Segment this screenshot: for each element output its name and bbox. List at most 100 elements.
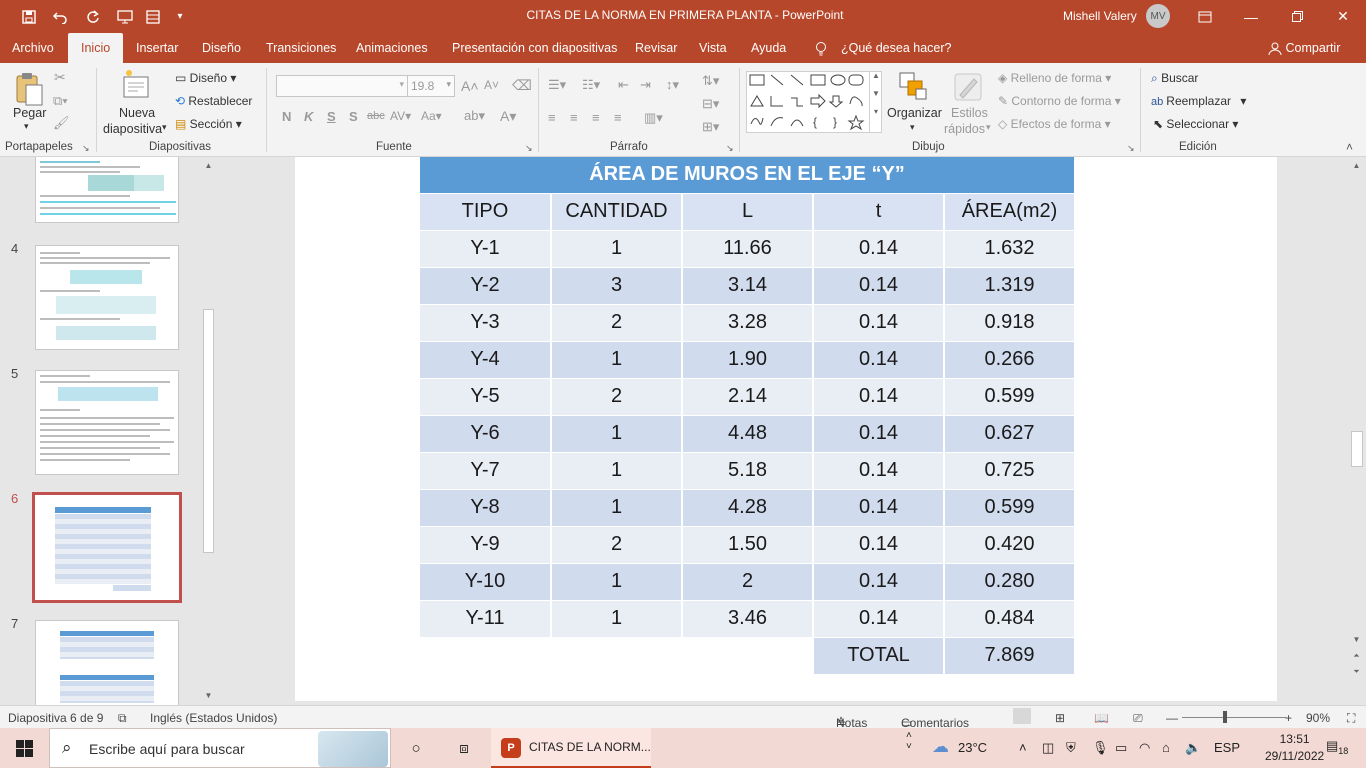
editor-scrollbar[interactable]: ▲ ▼ ⏶ ⏷: [1348, 157, 1366, 705]
arrange-label[interactable]: Organizar: [887, 106, 942, 120]
column-header[interactable]: CANTIDAD: [551, 193, 683, 231]
slide-canvas[interactable]: ÁREA DE MUROS EN EL EJE “Y” TIPO CANTIDAD L…: [295, 157, 1277, 701]
table-row[interactable]: Y-9 2 1.50 0.14 0.420: [420, 526, 1076, 564]
replace-button[interactable]: ab Reemplazar ▾: [1151, 94, 1246, 108]
table-row[interactable]: Y-5 2 2.14 0.14 0.599: [420, 378, 1076, 416]
scroll-up-icon[interactable]: ▲: [200, 159, 217, 173]
undo-icon[interactable]: [46, 0, 74, 33]
scroll-down-icon[interactable]: ▼: [1348, 633, 1365, 647]
section-button[interactable]: ▤ Sección ▾: [175, 117, 242, 131]
tab-vista[interactable]: Vista: [699, 33, 727, 63]
tab-diseno[interactable]: Diseño: [202, 33, 241, 63]
input-language[interactable]: ESP: [1214, 740, 1240, 755]
language-status[interactable]: Inglés (Estados Unidos): [150, 711, 277, 725]
arrange-icon[interactable]: [898, 71, 928, 101]
table-cell[interactable]: 0.420: [944, 526, 1076, 564]
copy-icon[interactable]: ⧉▾: [53, 93, 68, 109]
column-header[interactable]: t: [813, 193, 945, 231]
zoom-level[interactable]: 90%: [1306, 711, 1330, 725]
format-painter-icon[interactable]: 🖌: [53, 115, 70, 131]
accessibility-icon[interactable]: ⧉: [118, 711, 127, 726]
dialog-launcher-icon[interactable]: ↘: [525, 143, 533, 154]
table-cell[interactable]: 2: [551, 526, 683, 564]
zoom-out-icon[interactable]: —: [1166, 711, 1178, 725]
highlight-icon[interactable]: ab▾: [464, 108, 485, 124]
align-right-icon[interactable]: ≡: [592, 110, 600, 125]
table-cell[interactable]: 1.319: [944, 267, 1076, 305]
paste-label[interactable]: Pegar: [13, 106, 46, 120]
table-cell[interactable]: 0.14: [813, 563, 945, 601]
slideshow-icon[interactable]: ⎚: [1133, 711, 1143, 726]
table-cell[interactable]: 0.14: [813, 489, 945, 527]
slide-thumbnail-4[interactable]: [35, 245, 179, 350]
table-cell[interactable]: 2: [551, 304, 683, 342]
tab-transiciones[interactable]: Transiciones: [266, 33, 336, 63]
table-cell-empty[interactable]: [420, 637, 552, 675]
reset-button[interactable]: ⟲ Restablecer: [175, 94, 252, 108]
table-cell[interactable]: Y-4: [420, 341, 552, 379]
security-icon[interactable]: ⛨: [1066, 740, 1076, 756]
line-spacing-icon[interactable]: ↕▾: [666, 77, 679, 93]
table-cell[interactable]: 0.14: [813, 600, 945, 638]
save-icon[interactable]: [16, 0, 42, 33]
font-size-input[interactable]: 19.8 ▾: [407, 75, 455, 97]
slide-thumbnail-6[interactable]: [32, 492, 182, 603]
table-cell[interactable]: 0.725: [944, 452, 1076, 490]
table-cell[interactable]: 0.14: [813, 341, 945, 379]
slide-thumbnail-5[interactable]: [35, 370, 179, 475]
table-cell[interactable]: 11.66: [682, 230, 814, 268]
shape-outline-button[interactable]: ✎ Contorno de forma ▾: [998, 94, 1121, 108]
table-cell[interactable]: Y-2: [420, 267, 552, 305]
weather-icon[interactable]: ☁: [932, 737, 949, 757]
table-cell[interactable]: 0.599: [944, 378, 1076, 416]
fit-slide-icon[interactable]: ⛶: [1347, 711, 1355, 726]
table-cell[interactable]: 3.46: [682, 600, 814, 638]
strikethrough-button[interactable]: abc: [367, 110, 385, 122]
table-row[interactable]: Y-1 1 11.66 0.14 1.632: [420, 230, 1076, 268]
table-cell[interactable]: 2: [682, 563, 814, 601]
task-view-icon[interactable]: ⧈: [444, 728, 484, 768]
quick-styles-icon[interactable]: [952, 71, 984, 103]
tab-animaciones[interactable]: Animaciones: [356, 33, 428, 63]
gallery-scroll-icon[interactable]: ▲ ▼ ▾: [869, 71, 882, 133]
normal-view-icon[interactable]: [1013, 708, 1031, 724]
meet-now-icon[interactable]: ◫: [1042, 740, 1054, 756]
close-icon[interactable]: ✕: [1320, 0, 1366, 33]
table-cell[interactable]: Y-10: [420, 563, 552, 601]
table-cell[interactable]: Y-5: [420, 378, 552, 416]
font-name-input[interactable]: ▾: [276, 75, 408, 97]
table-cell[interactable]: Y-11: [420, 600, 552, 638]
total-label[interactable]: TOTAL: [813, 637, 945, 675]
table-cell[interactable]: Y-8: [420, 489, 552, 527]
tell-me-input[interactable]: ¿Qué desea hacer?: [841, 33, 952, 63]
table-cell[interactable]: Y-1: [420, 230, 552, 268]
table-cell[interactable]: 1: [551, 230, 683, 268]
table-cell[interactable]: 1: [551, 452, 683, 490]
new-slide-icon[interactable]: [120, 69, 152, 101]
font-color-icon[interactable]: A▾: [500, 108, 516, 125]
table-cell[interactable]: Y-9: [420, 526, 552, 564]
cortana-icon[interactable]: ○: [396, 728, 436, 768]
shadow-button[interactable]: S: [349, 109, 358, 124]
table-cell[interactable]: 1: [551, 489, 683, 527]
collapse-ribbon-icon[interactable]: ˄: [1346, 140, 1353, 154]
clear-format-icon[interactable]: ⌫: [512, 77, 532, 94]
scroll-down-icon[interactable]: ▼: [200, 689, 217, 703]
table-cell[interactable]: 0.627: [944, 415, 1076, 453]
wall-area-table[interactable]: ÁREA DE MUROS EN EL EJE “Y” TIPO CANTIDAD L…: [420, 157, 1076, 675]
tray-expand-icon[interactable]: ˄ ˅: [906, 730, 912, 752]
table-cell[interactable]: 4.48: [682, 415, 814, 453]
slide-thumbnail-3[interactable]: [35, 157, 179, 223]
total-value[interactable]: 7.869: [944, 637, 1076, 675]
slide-sorter-icon[interactable]: ⊞: [1055, 711, 1065, 725]
underline-button[interactable]: S: [327, 109, 336, 124]
tab-insertar[interactable]: Insertar: [136, 33, 178, 63]
tab-revisar[interactable]: Revisar: [635, 33, 677, 63]
table-cell[interactable]: 1.50: [682, 526, 814, 564]
table-cell[interactable]: 1.632: [944, 230, 1076, 268]
dialog-launcher-icon[interactable]: ↘: [82, 143, 90, 154]
avatar[interactable]: MV: [1146, 4, 1170, 28]
next-slide-icon[interactable]: ⏷: [1348, 665, 1365, 679]
shape-fill-button[interactable]: ◈ Relleno de forma ▾: [998, 71, 1111, 85]
table-cell[interactable]: 0.14: [813, 267, 945, 305]
